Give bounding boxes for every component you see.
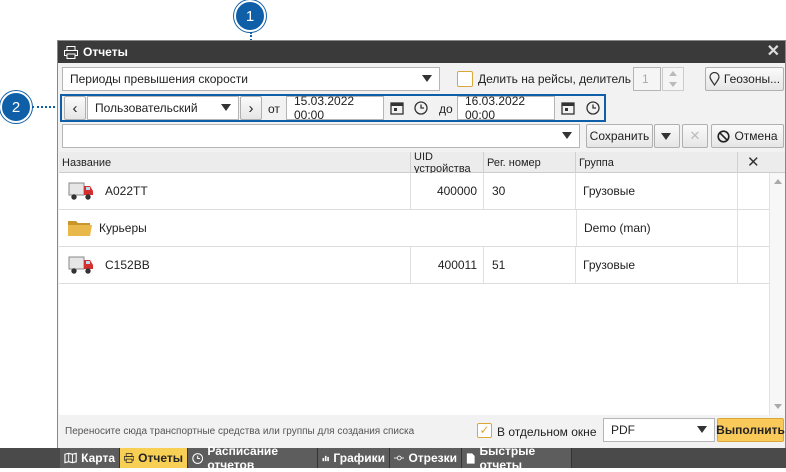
row-name: С152ВВ — [105, 247, 411, 283]
folder-icon — [68, 221, 92, 236]
chevron-down-icon — [697, 426, 707, 433]
printer-icon — [124, 453, 135, 463]
window-titlebar: Отчеты ✕ — [58, 41, 785, 63]
save-button[interactable]: Сохранить — [586, 124, 653, 148]
row-group: Грузовые — [576, 247, 738, 283]
separate-window-label: В отдельном окне — [497, 425, 597, 439]
window-title: Отчеты — [83, 45, 128, 59]
row-reg: 51 — [484, 247, 576, 283]
format-select[interactable]: PDF — [603, 418, 715, 442]
clock-icon[interactable] — [414, 101, 428, 115]
tab-quick-reports[interactable]: Быстрые отчеты — [462, 444, 572, 472]
interval-prev-button[interactable]: ‹ — [64, 96, 86, 120]
interval-next-button[interactable]: › — [240, 96, 262, 120]
delete-button[interactable]: ✕ — [682, 124, 708, 148]
to-date-input[interactable]: 16.03.2022 00:00 — [457, 94, 555, 122]
clear-list-icon[interactable]: ✕ — [747, 153, 760, 171]
report-template-value: Периоды превышения скорости — [70, 72, 248, 86]
chevron-down-icon — [221, 104, 231, 111]
tab-reports[interactable]: Отчеты — [120, 448, 188, 468]
split-checkbox[interactable] — [457, 71, 473, 87]
column-uid[interactable]: UID устройства — [411, 151, 484, 175]
separate-window-checkbox[interactable]: ✓ — [477, 423, 492, 438]
interval-mode-select[interactable]: Пользовательский — [87, 96, 239, 120]
close-icon[interactable]: ✕ — [767, 43, 780, 61]
row-uid: 400000 — [411, 173, 484, 209]
row-reg: 30 — [484, 173, 576, 209]
tab-map[interactable]: Карта — [60, 448, 120, 468]
truck-icon — [68, 256, 93, 274]
table-row[interactable]: А022ТТ 400000 30 Грузовые — [59, 173, 769, 210]
tab-report-schedule[interactable]: Расписание отчетов — [188, 444, 318, 472]
clock-icon — [192, 452, 204, 464]
table-row[interactable]: С152ВВ 400011 51 Грузовые — [59, 247, 769, 284]
callout-2: 2 — [0, 91, 32, 123]
column-name[interactable]: Название — [59, 152, 411, 173]
truck-icon — [68, 182, 93, 200]
chevron-down-icon — [562, 132, 572, 139]
table-row[interactable]: Курьеры Demo (man) — [59, 210, 769, 247]
split-label: Делить на рейсы, делитель № — [478, 72, 648, 86]
report-template-select[interactable]: Периоды превышения скорости — [62, 67, 440, 91]
geozone-pin-icon — [709, 72, 720, 86]
tab-segments[interactable]: Отрезки — [390, 448, 462, 468]
cancel-icon — [717, 129, 731, 143]
from-label: от — [268, 102, 280, 116]
segment-icon — [394, 455, 405, 461]
reports-window: Отчеты ✕ Периоды превышения скорости Дел… — [57, 40, 786, 468]
from-date-input[interactable]: 15.03.2022 00:00 — [286, 94, 384, 122]
row-name: А022ТТ — [105, 173, 411, 209]
table-scrollbar[interactable] — [769, 173, 785, 415]
chevron-down-icon — [661, 133, 671, 140]
calendar-icon[interactable] — [561, 101, 575, 115]
cancel-button[interactable]: Отмена — [711, 124, 784, 148]
clock-icon[interactable] — [586, 101, 600, 115]
calendar-icon[interactable] — [390, 101, 404, 115]
row-uid: 400011 — [411, 247, 484, 283]
chevron-down-icon — [422, 75, 432, 82]
callout-2-line — [32, 106, 59, 108]
row-group: Грузовые — [576, 173, 738, 209]
table-header: Название UID устройства Рег. номер Групп… — [59, 151, 785, 175]
tab-charts[interactable]: Графики — [318, 448, 390, 468]
printer-icon — [64, 45, 78, 59]
divider-input[interactable]: 1 — [633, 67, 661, 91]
divider-stepper[interactable] — [662, 67, 684, 91]
document-icon — [466, 452, 475, 464]
execute-button[interactable]: Выполнить — [716, 418, 785, 442]
to-label: до — [439, 102, 453, 116]
drop-hint: Переносите сюда транспортные средства ил… — [65, 426, 415, 437]
bottom-tab-bar: Карта Отчеты Расписание отчетов Графики … — [0, 444, 786, 472]
callout-1: 1 — [234, 0, 266, 32]
row-group: Demo (man) — [576, 210, 738, 246]
map-icon — [64, 452, 77, 464]
save-options-button[interactable] — [654, 124, 680, 148]
row-name: Курьеры — [99, 221, 147, 235]
column-reg[interactable]: Рег. номер — [484, 152, 576, 173]
geozones-button[interactable]: Геозоны... — [705, 67, 784, 91]
column-group[interactable]: Группа — [576, 152, 738, 173]
bar-chart-icon — [322, 455, 329, 462]
object-list-select[interactable] — [62, 124, 580, 148]
